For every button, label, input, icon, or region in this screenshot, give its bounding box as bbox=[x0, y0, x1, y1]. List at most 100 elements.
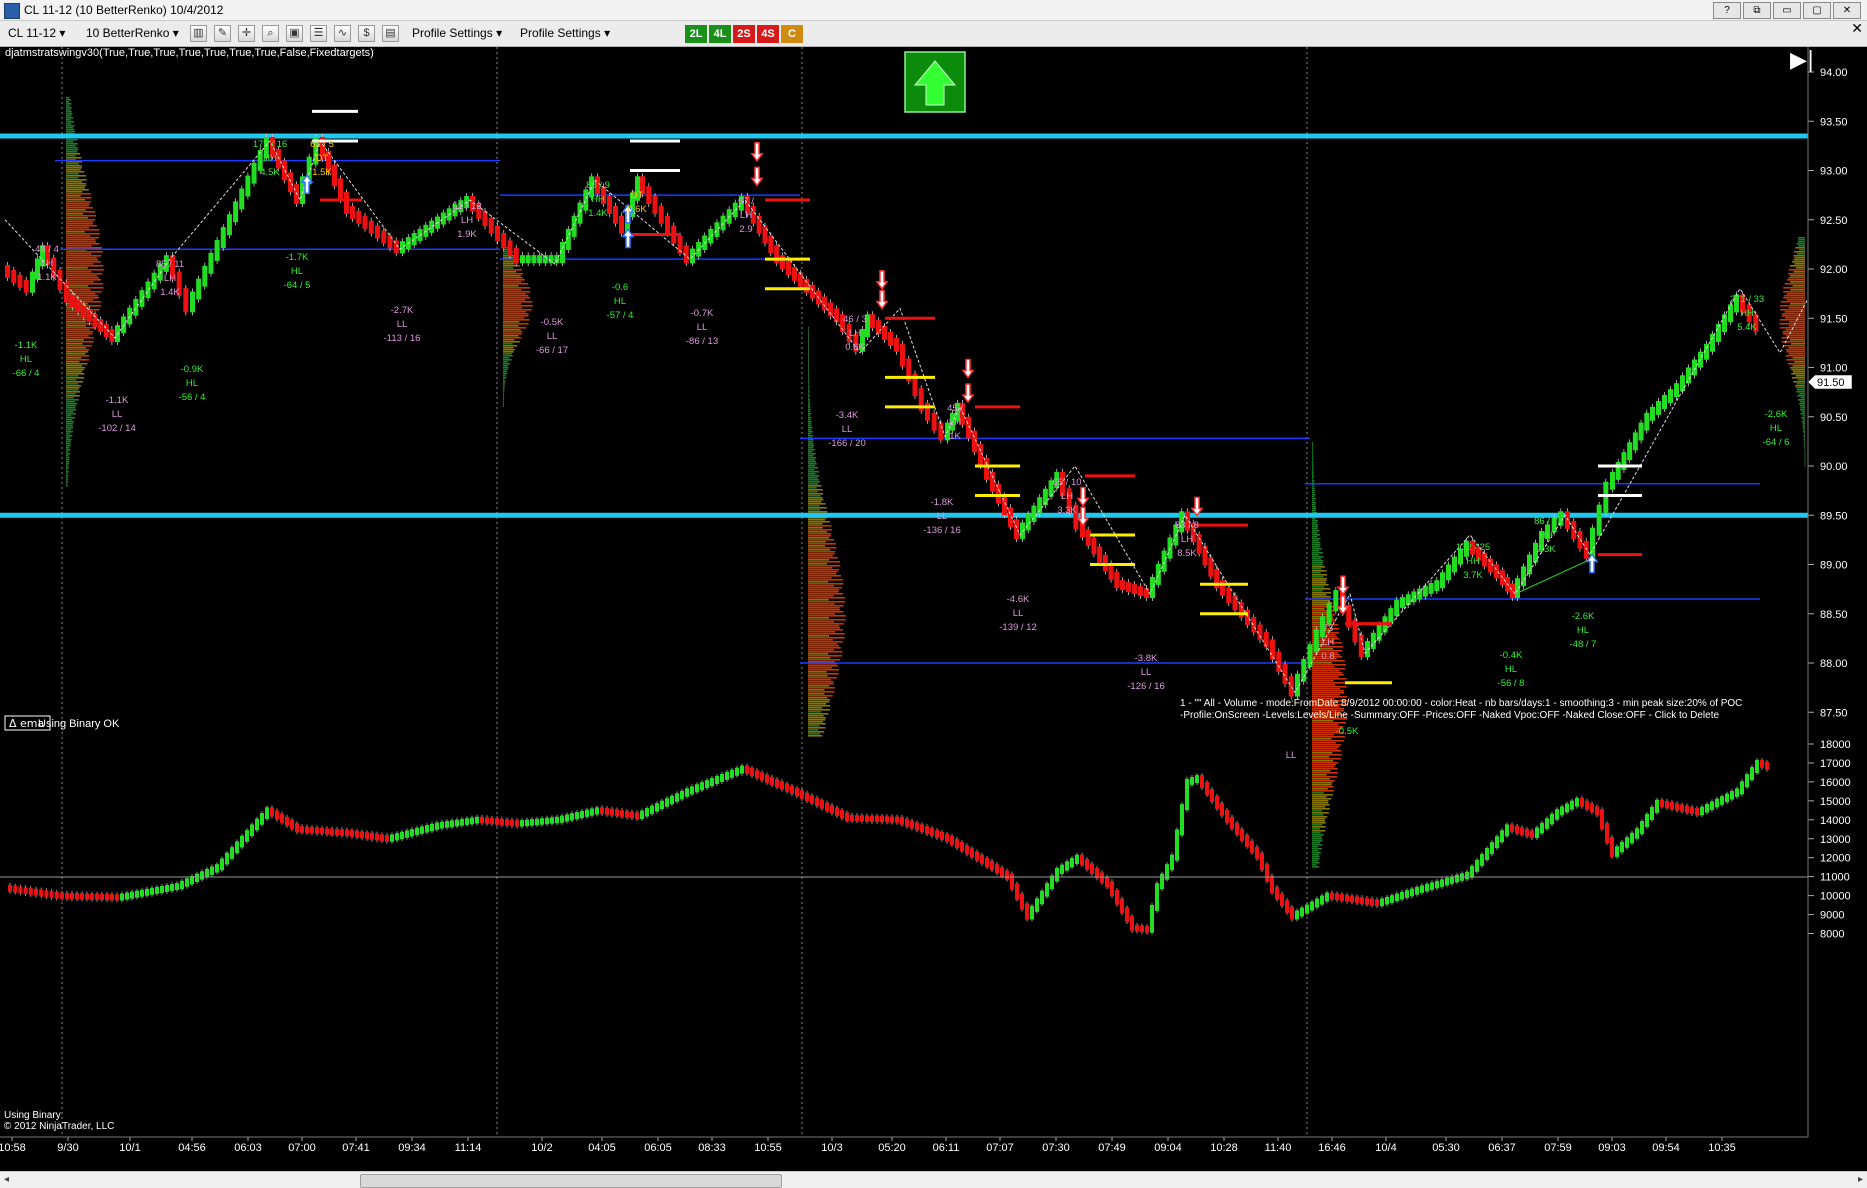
profile-bar bbox=[503, 309, 532, 311]
profile-bar bbox=[1795, 267, 1805, 269]
profile-bar bbox=[1779, 323, 1805, 325]
profile-bar bbox=[1312, 568, 1322, 570]
close-icon[interactable]: ✕ bbox=[1851, 20, 1863, 37]
swing-label-text: -1.8K bbox=[931, 497, 954, 508]
swing-label-text: 67 / bbox=[738, 196, 754, 207]
profile-bar bbox=[1804, 447, 1806, 449]
profile-bar bbox=[808, 469, 815, 471]
volume-down-bar bbox=[880, 816, 884, 823]
signal-c-button[interactable]: C bbox=[781, 25, 803, 43]
profile-bar bbox=[503, 341, 520, 343]
profile-bar bbox=[1312, 782, 1333, 784]
volume-up-bar bbox=[1315, 898, 1319, 908]
strategy-icon[interactable]: $ bbox=[358, 25, 375, 42]
copyright-label: © 2012 NinjaTrader, LLC bbox=[4, 1121, 114, 1132]
down-bar bbox=[938, 422, 944, 441]
profile-bar bbox=[503, 387, 505, 389]
profile-bar bbox=[808, 533, 832, 535]
profile-bar bbox=[66, 383, 79, 385]
volume-up-bar bbox=[1750, 767, 1754, 781]
profile-bar bbox=[1799, 393, 1805, 395]
profile-bar bbox=[808, 645, 839, 647]
instrument-selector[interactable]: CL 11-12 ▾ bbox=[8, 25, 65, 42]
horizontal-scrollbar[interactable]: ◂ ▸ bbox=[0, 1171, 1867, 1188]
volume-down-bar bbox=[515, 820, 519, 827]
swing-label-text: 51 / 13 bbox=[452, 201, 481, 212]
tile-button[interactable]: ⧉ bbox=[1743, 2, 1771, 19]
zoom-icon[interactable]: ▣ bbox=[286, 25, 303, 42]
profile-bar bbox=[1791, 377, 1805, 379]
profile-bar bbox=[808, 389, 810, 391]
down-bar bbox=[768, 235, 774, 254]
profile-info-line-1[interactable]: 1 - "" All - Volume - mode:FromDate 8/9/… bbox=[1180, 698, 1742, 709]
profile-settings-2[interactable]: Profile Settings ▾ bbox=[520, 25, 610, 42]
signal-4l-button[interactable]: 4L bbox=[709, 25, 731, 43]
profile-bar bbox=[1781, 337, 1805, 339]
profile-settings-1[interactable]: Profile Settings ▾ bbox=[412, 25, 502, 42]
bar-style-icon[interactable]: ▥ bbox=[190, 25, 207, 42]
close-button[interactable]: ✕ bbox=[1833, 2, 1861, 19]
profile-bar bbox=[808, 581, 829, 583]
time-tick-label: 16:46 bbox=[1318, 1142, 1346, 1154]
crosshair-icon[interactable]: ✛ bbox=[238, 25, 255, 42]
profile-bar bbox=[808, 607, 840, 609]
time-tick-label: 06:37 bbox=[1488, 1142, 1516, 1154]
profile-bar bbox=[808, 695, 833, 697]
profile-bar bbox=[66, 101, 70, 103]
profile-bar bbox=[1312, 862, 1320, 864]
profile-bar bbox=[66, 197, 92, 199]
data-box-icon[interactable]: ▤ bbox=[382, 25, 399, 42]
minimize-button[interactable]: ▭ bbox=[1773, 2, 1801, 19]
scroll-left-icon[interactable]: ◂ bbox=[4, 1174, 9, 1185]
volume-up-bar bbox=[170, 884, 174, 892]
signal-4s-button[interactable]: 4S bbox=[757, 25, 779, 43]
signal-2l-button[interactable]: 2L bbox=[685, 25, 707, 43]
profile-bar bbox=[503, 373, 508, 375]
profile-bar bbox=[66, 341, 94, 343]
profile-bar bbox=[503, 319, 530, 321]
volume-up-bar bbox=[560, 815, 564, 823]
signal-2s-button[interactable]: 2S bbox=[733, 25, 755, 43]
volume-up-bar bbox=[565, 814, 569, 822]
profile-bar bbox=[1785, 317, 1805, 319]
profile-bar bbox=[66, 401, 75, 403]
pencil-icon[interactable]: ✎ bbox=[214, 25, 231, 42]
profile-bar bbox=[808, 361, 809, 363]
profile-bar bbox=[808, 433, 811, 435]
profile-bar bbox=[66, 437, 71, 439]
volume-up-bar bbox=[1755, 759, 1759, 774]
profile-info-line-2[interactable]: -Profile:OnScreen -Levels:Levels/Line -S… bbox=[1180, 710, 1719, 721]
up-bar bbox=[1452, 556, 1457, 573]
volume-down-bar bbox=[960, 842, 964, 852]
swing-label-text: -48 / 7 bbox=[1570, 639, 1597, 650]
indicator-icon[interactable]: ∿ bbox=[334, 25, 351, 42]
profile-bar bbox=[66, 185, 86, 187]
scrollbar-thumb[interactable] bbox=[360, 1174, 782, 1188]
volume-down-bar bbox=[980, 854, 984, 864]
profile-bar bbox=[66, 123, 72, 125]
properties-icon[interactable]: ☰ bbox=[310, 25, 327, 42]
profile-bar bbox=[66, 345, 93, 347]
help-button[interactable]: ? bbox=[1713, 2, 1741, 19]
profile-bar bbox=[66, 287, 104, 289]
bartype-selector[interactable]: 10 BetterRenko ▾ bbox=[86, 25, 179, 42]
time-tick-label: 10/3 bbox=[821, 1142, 842, 1154]
swing-label-text: -0.4K bbox=[1500, 650, 1523, 661]
down-bar bbox=[338, 178, 343, 201]
profile-bar bbox=[1792, 357, 1805, 359]
maximize-button[interactable]: ▢ bbox=[1803, 2, 1831, 19]
volume-up-bar bbox=[720, 773, 724, 782]
profile-bar bbox=[808, 413, 812, 415]
scroll-right-icon[interactable]: ▸ bbox=[1858, 1174, 1863, 1185]
volume-down-bar bbox=[1690, 806, 1694, 815]
swing-label-text: 5.4K bbox=[1737, 322, 1757, 333]
profile-bar bbox=[1312, 566, 1326, 568]
chart-canvas[interactable]: 48 / 4 LH 1.1K -1.1K HL -66 / 4 -1.1K LL -102 / … bbox=[0, 47, 1867, 1171]
profile-bar bbox=[1312, 510, 1316, 512]
volume-up-bar bbox=[475, 816, 479, 824]
up-bar bbox=[1610, 471, 1615, 490]
scroll-to-end-icon[interactable]: ▶| bbox=[1790, 48, 1814, 73]
profile-bar bbox=[1312, 594, 1327, 596]
magnifier-icon[interactable]: ⌕ bbox=[262, 25, 279, 42]
profile-bar bbox=[66, 485, 68, 487]
